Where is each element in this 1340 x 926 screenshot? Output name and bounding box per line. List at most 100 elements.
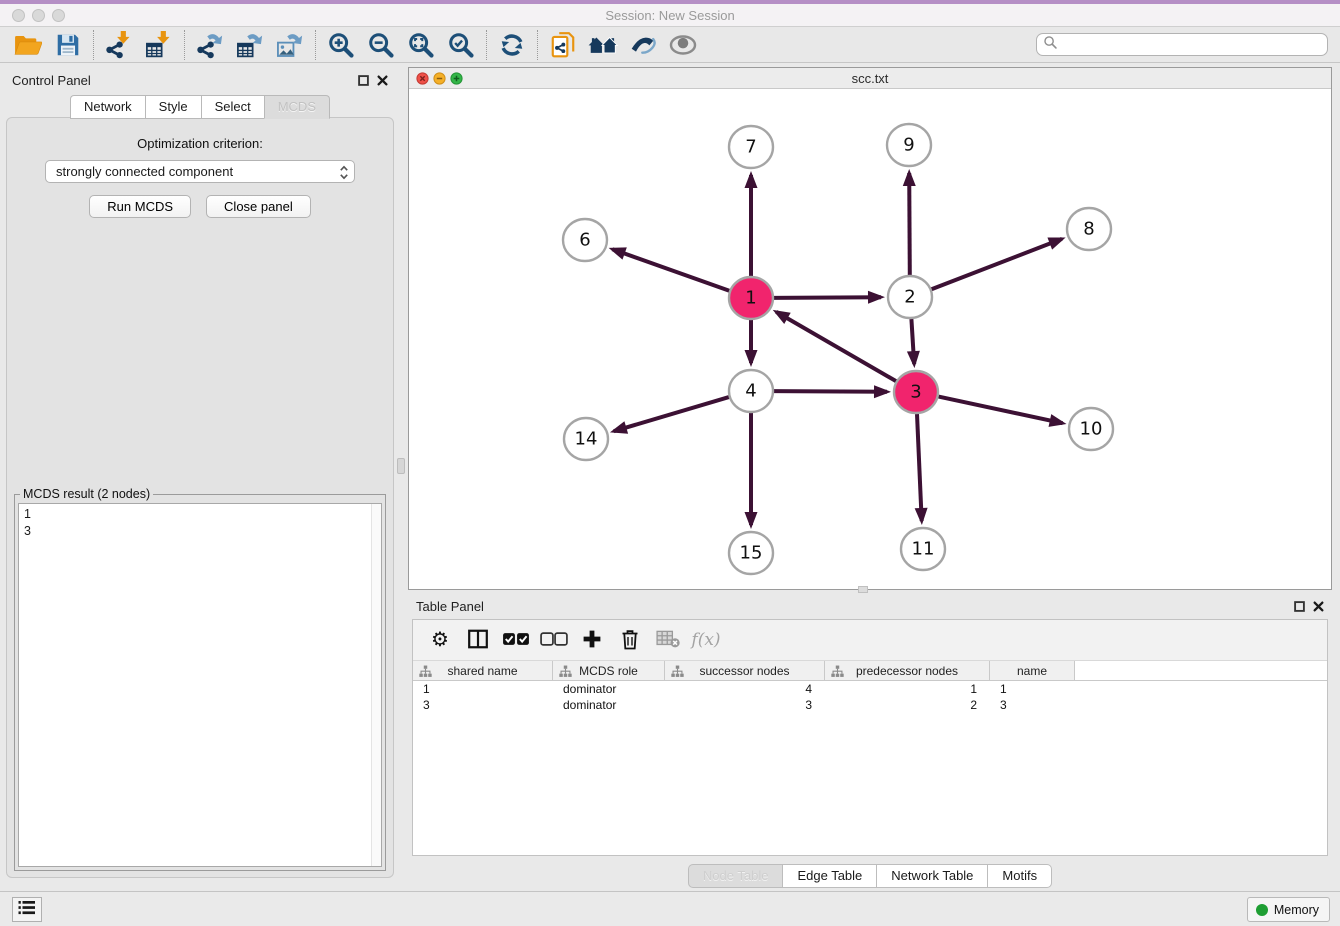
toolbar-separator: [486, 30, 487, 60]
tab-network-table[interactable]: Network Table: [876, 864, 987, 888]
tab-mcds[interactable]: MCDS: [264, 95, 330, 119]
network-canvas[interactable]: 7 9 6 8 1 2 4 3 14 10 15 11: [409, 89, 1331, 589]
table-cell[interactable]: 4: [665, 681, 825, 697]
graph-node-8[interactable]: 8: [1067, 208, 1111, 250]
float-panel-icon[interactable]: [1294, 601, 1305, 612]
check-pair-button[interactable]: [499, 625, 533, 655]
zoom-fit-button[interactable]: [401, 29, 441, 61]
zoom-in-button[interactable]: [321, 29, 361, 61]
zoom-selected-icon: [447, 31, 475, 59]
graph-edge-1-6[interactable]: [612, 249, 729, 291]
search-input[interactable]: [1058, 38, 1327, 52]
criterion-value: strongly connected component: [56, 164, 233, 179]
table-cell[interactable]: 2: [825, 697, 990, 713]
export-table-button[interactable]: [230, 29, 270, 61]
table-cell[interactable]: 1: [990, 681, 1075, 697]
trash-button[interactable]: [613, 625, 647, 655]
tab-style[interactable]: Style: [145, 95, 201, 119]
run-mcds-button[interactable]: Run MCDS: [89, 195, 191, 218]
graph-node-6[interactable]: 6: [563, 219, 607, 261]
close-panel-icon[interactable]: [1313, 601, 1324, 612]
graph-edge-2-9[interactable]: [909, 173, 910, 275]
refresh-button[interactable]: [492, 29, 532, 61]
show-eye-button[interactable]: [663, 29, 703, 61]
column-header-shared-name[interactable]: shared name: [413, 661, 553, 680]
tab-motifs[interactable]: Motifs: [987, 864, 1052, 888]
graph-edge-4-3[interactable]: [774, 391, 887, 392]
column-header-successor-nodes[interactable]: successor nodes: [665, 661, 825, 680]
horizontal-splitter-grip[interactable]: [858, 586, 868, 593]
open-folder-button[interactable]: [8, 29, 48, 61]
task-history-button[interactable]: [12, 897, 42, 922]
graph-edge-2-8[interactable]: [932, 239, 1062, 289]
table-cell[interactable]: 1: [825, 681, 990, 697]
network-maximize-icon[interactable]: [450, 72, 463, 85]
tab-edge-table[interactable]: Edge Table: [782, 864, 876, 888]
hide-graphics-button[interactable]: [623, 29, 663, 61]
home-button[interactable]: [583, 29, 623, 61]
export-table-icon: [236, 31, 264, 59]
node-label: 8: [1083, 219, 1094, 240]
graph-node-1[interactable]: 1: [729, 277, 773, 319]
import-network-button[interactable]: [99, 29, 139, 61]
export-network-button[interactable]: [190, 29, 230, 61]
network-close-icon[interactable]: [416, 72, 429, 85]
float-panel-icon[interactable]: [358, 75, 369, 86]
column-header-name[interactable]: name: [990, 661, 1075, 680]
memory-button[interactable]: Memory: [1247, 897, 1330, 922]
criterion-select[interactable]: strongly connected component: [45, 160, 355, 183]
graph-node-2[interactable]: 2: [888, 276, 932, 318]
graph-node-7[interactable]: 7: [729, 126, 773, 168]
table-row[interactable]: 1dominator411: [413, 681, 1327, 697]
graph-node-15[interactable]: 15: [729, 532, 773, 574]
scrollbar-track[interactable]: [371, 504, 381, 866]
graph-node-10[interactable]: 10: [1069, 408, 1113, 450]
graph-edge-3-10[interactable]: [939, 397, 1063, 424]
export-image-button[interactable]: [270, 29, 310, 61]
search-box[interactable]: [1036, 33, 1328, 56]
graph-edge-1-2[interactable]: [774, 297, 881, 298]
import-table-button[interactable]: [139, 29, 179, 61]
graph-node-3[interactable]: 3: [894, 371, 938, 413]
zoom-selected-button[interactable]: [441, 29, 481, 61]
export-image-icon: [276, 31, 304, 59]
network-minimize-icon[interactable]: [433, 72, 446, 85]
save-button[interactable]: [48, 29, 88, 61]
graph-edge-3-11[interactable]: [917, 414, 922, 521]
column-header-MCDS-role[interactable]: MCDS role: [553, 661, 665, 680]
vertical-splitter-grip[interactable]: [397, 458, 405, 474]
columns-button[interactable]: [461, 625, 495, 655]
column-header-predecessor-nodes[interactable]: predecessor nodes: [825, 661, 990, 680]
table-cell[interactable]: dominator: [553, 697, 665, 713]
table-cell[interactable]: 1: [413, 681, 553, 697]
table-cell[interactable]: dominator: [553, 681, 665, 697]
clone-network-icon: [549, 31, 577, 59]
tab-network[interactable]: Network: [70, 95, 145, 119]
graph-edge-4-14[interactable]: [614, 397, 729, 431]
table-cell[interactable]: 3: [413, 697, 553, 713]
graph-node-4[interactable]: 4: [729, 370, 773, 412]
graph-node-9[interactable]: 9: [887, 124, 931, 166]
uncheck-pair-button[interactable]: [537, 625, 571, 655]
table-panel-header: Table Panel: [408, 594, 1332, 618]
zoom-out-button[interactable]: [361, 29, 401, 61]
memory-status-icon: [1256, 904, 1268, 916]
window-title: Session: New Session: [0, 8, 1340, 23]
close-panel-button[interactable]: Close panel: [206, 195, 311, 218]
plus-button[interactable]: [575, 625, 609, 655]
table-cell[interactable]: 3: [990, 697, 1075, 713]
tab-select[interactable]: Select: [201, 95, 264, 119]
table-row[interactable]: 3dominator323: [413, 697, 1327, 713]
graph-node-11[interactable]: 11: [901, 528, 945, 570]
tab-node-table[interactable]: Node Table: [688, 864, 783, 888]
toolbar-separator: [315, 30, 316, 60]
mcds-result-text[interactable]: 13: [18, 503, 382, 867]
graph-edge-2-3[interactable]: [911, 319, 914, 364]
graph-node-14[interactable]: 14: [564, 418, 608, 460]
gear-button[interactable]: ⚙: [423, 625, 457, 655]
table-cell[interactable]: 3: [665, 697, 825, 713]
close-panel-icon[interactable]: [377, 75, 388, 86]
graph-edge-3-1[interactable]: [776, 312, 896, 381]
clone-network-button[interactable]: [543, 29, 583, 61]
save-icon: [55, 32, 81, 58]
